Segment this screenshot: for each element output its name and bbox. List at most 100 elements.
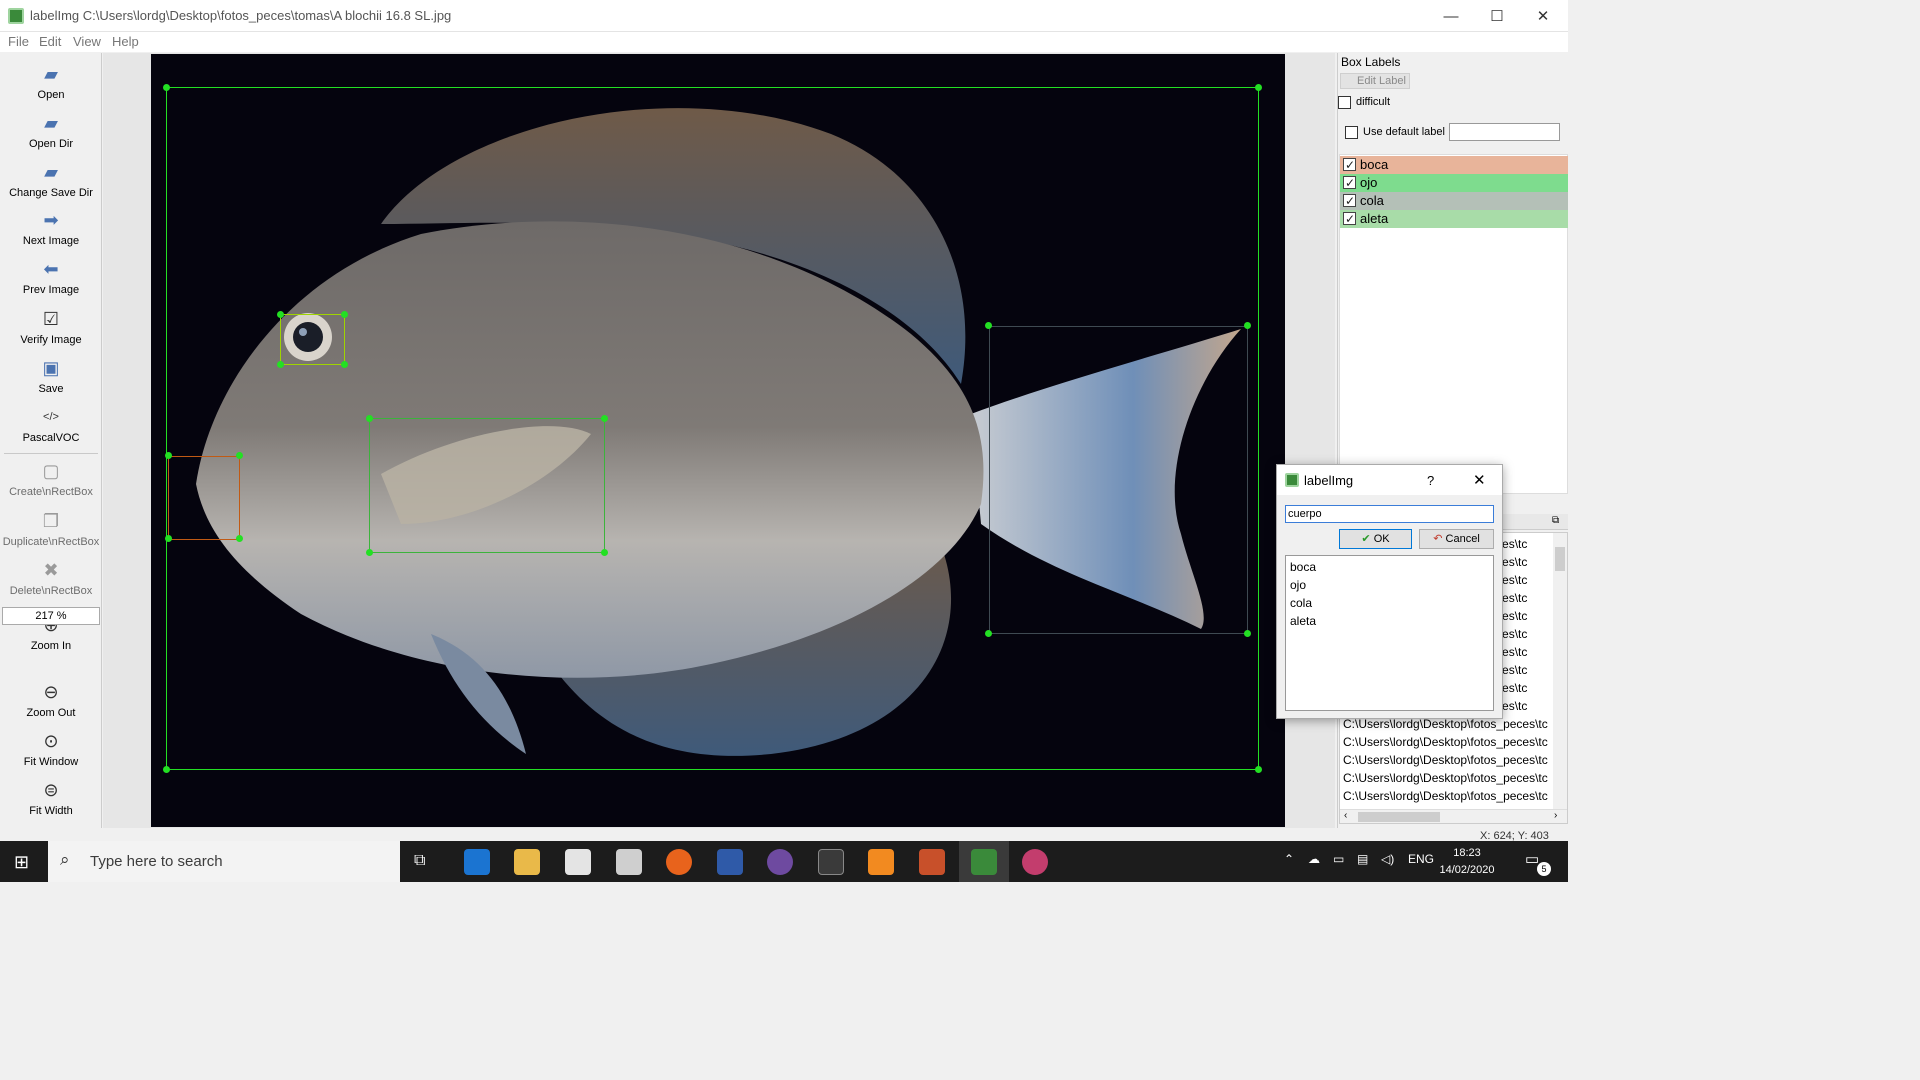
label-option[interactable]: cola [1290, 596, 1312, 610]
bbox-handle[interactable] [165, 535, 172, 542]
bbox-handle[interactable] [163, 84, 170, 91]
dock-float-icon[interactable]: ⧉ [1552, 515, 1559, 526]
tray-chevron-icon[interactable]: ⌃ [1284, 852, 1294, 866]
battery-icon[interactable]: ▭ [1333, 852, 1344, 866]
minimize-button[interactable]: — [1428, 0, 1474, 32]
label-option[interactable]: boca [1290, 560, 1316, 574]
maximize-button[interactable]: ☐ [1474, 0, 1520, 32]
edit-label-button[interactable]: Edit Label [1340, 73, 1410, 89]
mail-icon[interactable] [616, 849, 642, 875]
bbox-handle[interactable] [165, 452, 172, 459]
file-list-item[interactable]: C:\Users\lordg\Desktop\fotos_peces\tc [1343, 789, 1548, 803]
file-list-item[interactable]: C:\Users\lordg\Desktop\fotos_peces\tc [1343, 771, 1548, 785]
clock[interactable]: 18:23 14/02/2020 [1437, 845, 1497, 879]
bbox-handle[interactable] [1244, 630, 1251, 637]
bbox-handle[interactable] [985, 630, 992, 637]
sublime-text-icon[interactable] [868, 849, 894, 875]
scrollbar-thumb[interactable] [1555, 547, 1565, 571]
powershell-icon[interactable] [717, 849, 743, 875]
bbox-handle[interactable] [366, 415, 373, 422]
label-item-boca[interactable]: ✓ boca [1340, 156, 1568, 174]
github-desktop-icon[interactable] [767, 849, 793, 875]
bbox-handle[interactable] [277, 311, 284, 318]
scrollbar-thumb[interactable] [1358, 812, 1440, 822]
cancel-button[interactable]: ↶ Cancel [1419, 529, 1494, 549]
horizontal-scrollbar[interactable]: ‹ › [1340, 809, 1567, 823]
menu-help[interactable]: Help [112, 34, 139, 49]
network-icon[interactable]: ▤ [1357, 852, 1368, 866]
difficult-checkbox[interactable] [1338, 96, 1351, 109]
default-label-input[interactable] [1449, 123, 1560, 141]
terminal-icon[interactable] [818, 849, 844, 875]
bbox-boca[interactable] [168, 456, 240, 540]
bbox-handle[interactable] [601, 415, 608, 422]
bbox-handle[interactable] [236, 535, 243, 542]
dialog-help-button[interactable]: ? [1427, 473, 1434, 488]
edge-icon[interactable] [464, 849, 490, 875]
search-placeholder: Type here to search [90, 853, 223, 870]
bbox-handle[interactable] [341, 311, 348, 318]
file-list-item[interactable]: C:\Users\lordg\Desktop\fotos_peces\tc [1343, 753, 1548, 767]
use-default-label-checkbox[interactable] [1345, 126, 1358, 139]
scroll-left-icon[interactable]: ‹ [1344, 810, 1347, 821]
prev-image-button[interactable]: ⬅ Prev Image [0, 258, 102, 296]
file-list-item[interactable]: C:\Users\lordg\Desktop\fotos_peces\tc [1343, 717, 1548, 731]
change-save-dir-button[interactable]: ▰ Change Save Dir [0, 161, 102, 199]
bbox-handle[interactable] [277, 361, 284, 368]
labelimg-taskbar-icon[interactable] [971, 849, 997, 875]
fit-width-button[interactable]: ⊜ Fit Width [0, 779, 102, 817]
volume-icon[interactable]: ◁) [1381, 852, 1394, 866]
fit-window-button[interactable]: ⊙ Fit Window [0, 730, 102, 768]
label-item-cola[interactable]: ✓ cola [1340, 192, 1568, 210]
onedrive-icon[interactable]: ☁ [1308, 852, 1320, 866]
label-item-aleta[interactable]: ✓ aleta [1340, 210, 1568, 228]
image-canvas[interactable] [151, 54, 1285, 827]
store-icon[interactable] [565, 849, 591, 875]
ok-button[interactable]: ✔ OK [1339, 529, 1412, 549]
menu-edit[interactable]: Edit [39, 34, 61, 49]
git-icon[interactable] [919, 849, 945, 875]
bbox-handle[interactable] [1255, 766, 1262, 773]
bbox-aleta[interactable] [369, 418, 605, 553]
open-button[interactable]: ▰ Open [0, 63, 102, 101]
dialog-close-button[interactable]: ✕ [1473, 471, 1486, 489]
file-list-item[interactable]: C:\Users\lordg\Desktop\fotos_peces\tc [1343, 735, 1548, 749]
next-image-button[interactable]: ➡ Next Image [0, 209, 102, 247]
bbox-handle[interactable] [601, 549, 608, 556]
task-view-icon[interactable]: ⧉ [414, 852, 425, 870]
label-option[interactable]: aleta [1290, 614, 1316, 628]
windows-start-icon[interactable]: ⊞ [14, 852, 29, 873]
delete-rectbox-button[interactable]: ✖ Delete\nRectBox [0, 559, 102, 597]
menu-file[interactable]: File [8, 34, 29, 49]
bbox-handle[interactable] [236, 452, 243, 459]
language-indicator[interactable]: ENG [1408, 852, 1434, 866]
label-item-ojo[interactable]: ✓ ojo [1340, 174, 1568, 192]
bbox-handle[interactable] [1244, 322, 1251, 329]
bbox-handle[interactable] [1255, 84, 1262, 91]
close-button[interactable]: ✕ [1520, 0, 1566, 32]
scroll-right-icon[interactable]: › [1554, 810, 1557, 821]
label-options-list[interactable]: boca ojo cola aleta [1285, 555, 1494, 711]
save-button[interactable]: ▣ Save [0, 357, 102, 395]
zoom-out-button[interactable]: ⊖ Zoom Out [0, 681, 102, 719]
bbox-handle[interactable] [341, 361, 348, 368]
menu-view[interactable]: View [73, 34, 101, 49]
bbox-handle[interactable] [163, 766, 170, 773]
vertical-scrollbar[interactable] [1553, 533, 1567, 809]
label-option[interactable]: ojo [1290, 578, 1306, 592]
zoom-spinbox[interactable]: 217 % [2, 607, 100, 625]
label-list[interactable]: ✓ boca ✓ ojo ✓ cola ✓ aleta [1339, 154, 1568, 494]
label-input[interactable] [1285, 505, 1494, 523]
bbox-cola[interactable] [989, 326, 1248, 634]
file-explorer-icon[interactable] [514, 849, 540, 875]
firefox-icon[interactable] [666, 849, 692, 875]
paint-icon[interactable] [1022, 849, 1048, 875]
bbox-handle[interactable] [366, 549, 373, 556]
bbox-ojo[interactable] [280, 314, 345, 365]
format-button[interactable]: </> PascalVOC [0, 406, 102, 444]
duplicate-rectbox-button[interactable]: ❐ Duplicate\nRectBox [0, 510, 102, 548]
create-rectbox-button[interactable]: ▢ Create\nRectBox [0, 460, 102, 498]
verify-image-button[interactable]: ☑ Verify Image [0, 308, 102, 346]
open-dir-button[interactable]: ▰ Open Dir [0, 112, 102, 150]
bbox-handle[interactable] [985, 322, 992, 329]
